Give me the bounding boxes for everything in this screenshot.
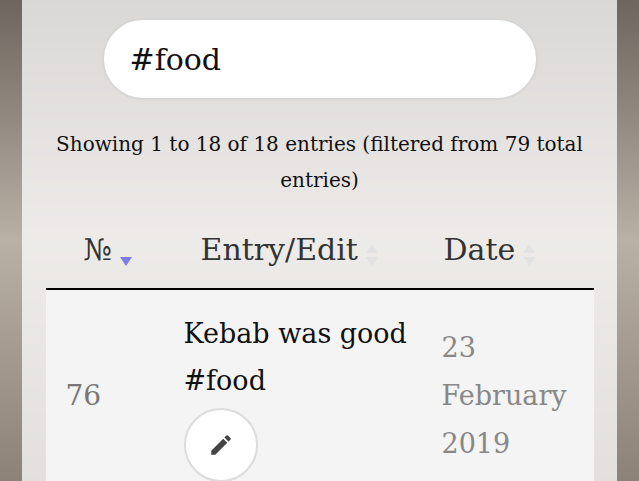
sort-icon[interactable] bbox=[364, 242, 380, 268]
table-info: Showing 1 to 18 of 18 entries (filtered … bbox=[22, 126, 617, 198]
table-row[interactable]: 76Kebab was good #food23 February 2019 bbox=[46, 290, 594, 481]
column-header[interactable]: Date bbox=[430, 227, 594, 272]
column-label: Entry/Edit bbox=[201, 227, 358, 272]
column-label: Date bbox=[444, 227, 516, 272]
entries-table: № Entry/Edit Date 76Kebab was good #food23 … bbox=[46, 210, 594, 481]
entry-number: 76 bbox=[46, 375, 175, 417]
pencil-icon bbox=[208, 432, 234, 458]
table-header: № Entry/Edit Date bbox=[46, 210, 594, 290]
entry-cell: Kebab was good #food bbox=[175, 310, 430, 481]
column-header[interactable]: № bbox=[46, 227, 175, 272]
search-field[interactable] bbox=[102, 18, 538, 100]
entry-text: Kebab was good #food bbox=[184, 310, 422, 404]
entry-date: 23 February 2019 bbox=[430, 324, 594, 468]
column-label: № bbox=[84, 227, 112, 272]
sort-icon[interactable] bbox=[521, 242, 537, 268]
column-header[interactable]: Entry/Edit bbox=[175, 227, 430, 272]
edit-button[interactable] bbox=[184, 408, 258, 481]
sort-icon[interactable] bbox=[118, 242, 134, 268]
journal-panel: Showing 1 to 18 of 18 entries (filtered … bbox=[22, 0, 617, 481]
